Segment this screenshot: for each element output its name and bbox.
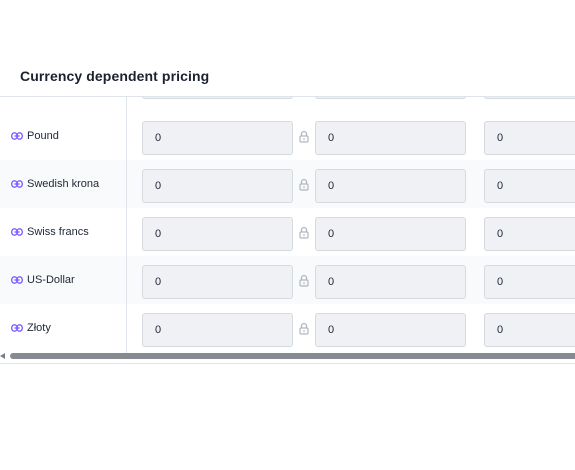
- currency-row: Złoty 0 0 0: [0, 304, 575, 352]
- currency-label-cell: Złoty: [0, 304, 126, 352]
- scroll-left-arrow-icon[interactable]: [0, 353, 5, 359]
- link-icon[interactable]: [11, 323, 23, 333]
- price-input[interactable]: 0: [142, 169, 293, 203]
- currency-name: Złoty: [27, 322, 51, 334]
- column-divider: [126, 97, 127, 353]
- link-icon[interactable]: [11, 131, 23, 141]
- currency-row: Swedish krona 0 0 0: [0, 160, 575, 208]
- currency-row: US-Dollar 0 0 0: [0, 256, 575, 304]
- currency-label-cell: Pound: [0, 112, 126, 160]
- link-icon[interactable]: [11, 275, 23, 285]
- price-input[interactable]: 0: [142, 265, 293, 299]
- price-input[interactable]: 0: [142, 121, 293, 155]
- price-input[interactable]: 0: [315, 169, 466, 203]
- link-icon[interactable]: [11, 227, 23, 237]
- previous-row-field: [484, 97, 575, 99]
- lock-icon[interactable]: [299, 274, 309, 287]
- scrollbar-thumb[interactable]: [10, 353, 575, 359]
- price-input[interactable]: 0: [142, 217, 293, 251]
- link-icon[interactable]: [11, 179, 23, 189]
- price-input[interactable]: 0: [484, 265, 575, 299]
- lock-icon[interactable]: [299, 130, 309, 143]
- price-input[interactable]: 0: [484, 217, 575, 251]
- currency-name: Pound: [27, 130, 59, 142]
- previous-row-field: [315, 97, 466, 99]
- previous-row-field: [142, 97, 293, 99]
- lock-icon[interactable]: [299, 226, 309, 239]
- currency-row: Swiss francs 0 0 0: [0, 208, 575, 256]
- price-input[interactable]: 0: [315, 121, 466, 155]
- lock-icon[interactable]: [299, 178, 309, 191]
- currency-label-cell: Swiss francs: [0, 208, 126, 256]
- lock-icon[interactable]: [299, 322, 309, 335]
- currency-name: Swiss francs: [27, 226, 89, 238]
- price-input[interactable]: 0: [315, 217, 466, 251]
- price-input[interactable]: 0: [315, 313, 466, 347]
- currency-row: Pound 0 0 0: [0, 112, 575, 160]
- price-input[interactable]: 0: [484, 169, 575, 203]
- horizontal-scrollbar[interactable]: [0, 350, 575, 364]
- price-input[interactable]: 0: [484, 121, 575, 155]
- currency-label-cell: Swedish krona: [0, 160, 126, 208]
- price-input[interactable]: 0: [142, 313, 293, 347]
- price-input[interactable]: 0: [315, 265, 466, 299]
- currency-label-cell: US-Dollar: [0, 256, 126, 304]
- section-title: Currency dependent pricing: [20, 68, 210, 84]
- currency-price-grid: Pound 0 0 0 Swedish krona 0 0 0 Swiss fr…: [0, 96, 575, 355]
- currency-name: US-Dollar: [27, 274, 75, 286]
- currency-name: Swedish krona: [27, 178, 100, 190]
- price-input[interactable]: 0: [484, 313, 575, 347]
